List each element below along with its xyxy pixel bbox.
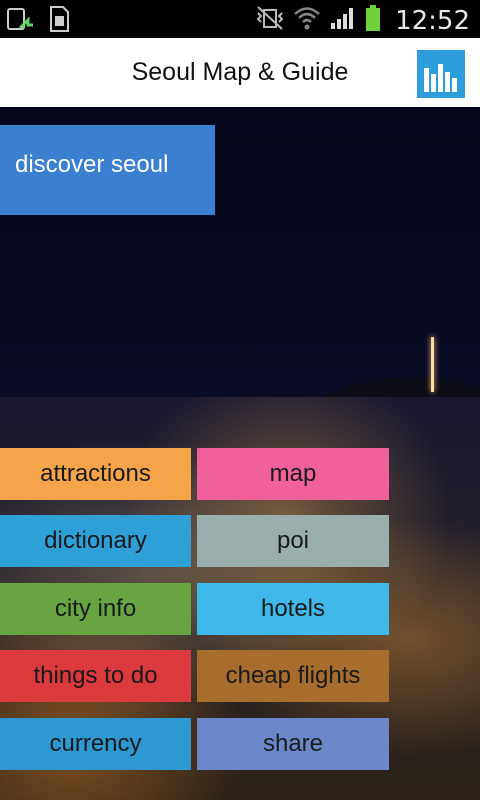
stats-button[interactable] bbox=[417, 50, 465, 98]
menu-button-hotels[interactable]: hotels bbox=[197, 583, 389, 635]
background-tower bbox=[431, 337, 434, 392]
clock: 12:52 bbox=[395, 5, 470, 36]
menu-button-attractions[interactable]: attractions bbox=[0, 448, 191, 500]
menu-button-city-info[interactable]: city info bbox=[0, 583, 191, 635]
app-title: Seoul Map & Guide bbox=[131, 58, 349, 86]
sd-card-icon bbox=[48, 6, 70, 37]
menu-button-currency[interactable]: currency bbox=[0, 718, 191, 770]
menu-button-cheap-flights[interactable]: cheap flights bbox=[197, 650, 389, 702]
menu-button-share[interactable]: share bbox=[197, 718, 389, 770]
signal-icon bbox=[329, 5, 357, 36]
discover-seoul-button[interactable]: discover seoul bbox=[0, 125, 215, 215]
bar-chart-icon bbox=[424, 64, 457, 92]
menu-button-dictionary[interactable]: dictionary bbox=[0, 515, 191, 567]
status-bar: 12:52 bbox=[0, 0, 480, 38]
wifi-icon bbox=[293, 5, 321, 36]
menu-button-map[interactable]: map bbox=[197, 448, 389, 500]
upload-icon bbox=[6, 6, 34, 37]
battery-icon bbox=[365, 4, 381, 37]
menu-button-poi[interactable]: poi bbox=[197, 515, 389, 567]
app-header: Seoul Map & Guide bbox=[0, 38, 480, 107]
vibrate-mute-icon bbox=[255, 5, 285, 36]
menu-button-things-to-do[interactable]: things to do bbox=[0, 650, 191, 702]
